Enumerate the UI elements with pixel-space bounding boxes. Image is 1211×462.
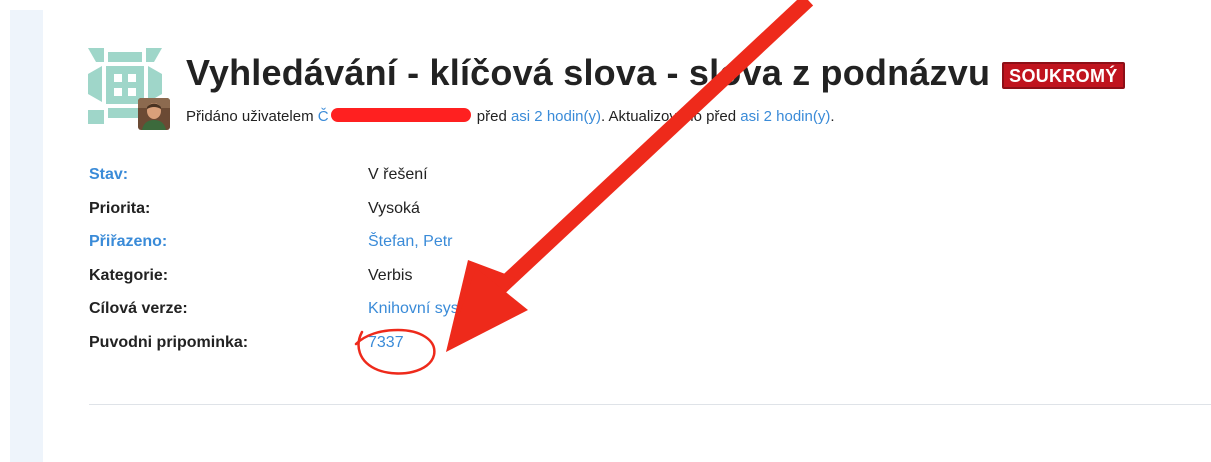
category-label: Kategorie: [89,266,169,284]
added-by-label: Přidáno uživatelem [186,108,314,125]
created-ago-link[interactable]: asi 2 hodin(y) [511,108,601,125]
attr-row-priority: Priorita: Vysoká [89,194,789,228]
sidebar-panel [10,10,43,462]
section-divider [89,404,1211,405]
attr-row-category: Kategorie: Verbis [89,261,789,295]
priority-value: Vysoká [368,199,420,217]
updated-label: Aktualizováno před [608,108,737,125]
issue-title: Vyhledávání - klíčová slova - slova z po… [186,52,991,93]
issue-meta: Přidáno uživatelem Č před asi 2 hodin(y)… [186,108,835,125]
meta-separator: . [601,108,606,125]
original-comment-link[interactable]: 7337 [368,334,404,352]
meta-end: . [830,108,835,125]
page-edge [0,0,10,462]
assignee-label[interactable]: Přiřazeno: [89,233,167,251]
before-label: před [476,108,507,125]
status-label[interactable]: Stav: [89,166,128,184]
author-redaction [330,108,471,122]
original-comment-label: Puvodni pripominka: [89,333,249,351]
issue-attributes: Stav: V řešení Priorita: Vysoká Přiřazen… [89,160,789,362]
attr-row-assignee: Přiřazeno: Štefan, Petr [89,227,789,261]
category-value: Verbis [368,266,413,284]
assignee-link[interactable]: Štefan, Petr [368,233,453,251]
attr-row-original-comment: Puvodni pripominka: 7337 [89,328,789,362]
target-version-label: Cílová verze: [89,300,188,318]
updated-ago-link[interactable]: asi 2 hodin(y) [740,108,830,125]
priority-label: Priorita: [89,199,151,217]
status-value: V řešení [368,166,428,183]
author-link[interactable]: Č [318,108,329,125]
issue-title-row: Vyhledávání - klíčová slova - slova z po… [186,52,1125,94]
attr-row-status: Stav: V řešení [89,160,789,194]
private-badge: SOUKROMÝ [1002,61,1125,89]
attr-row-target-version: Cílová verze: Knihovní systém 2.0 [89,294,789,328]
target-version-link[interactable]: Knihovní systém 2.0 [368,300,512,318]
author-avatar[interactable] [138,98,170,130]
